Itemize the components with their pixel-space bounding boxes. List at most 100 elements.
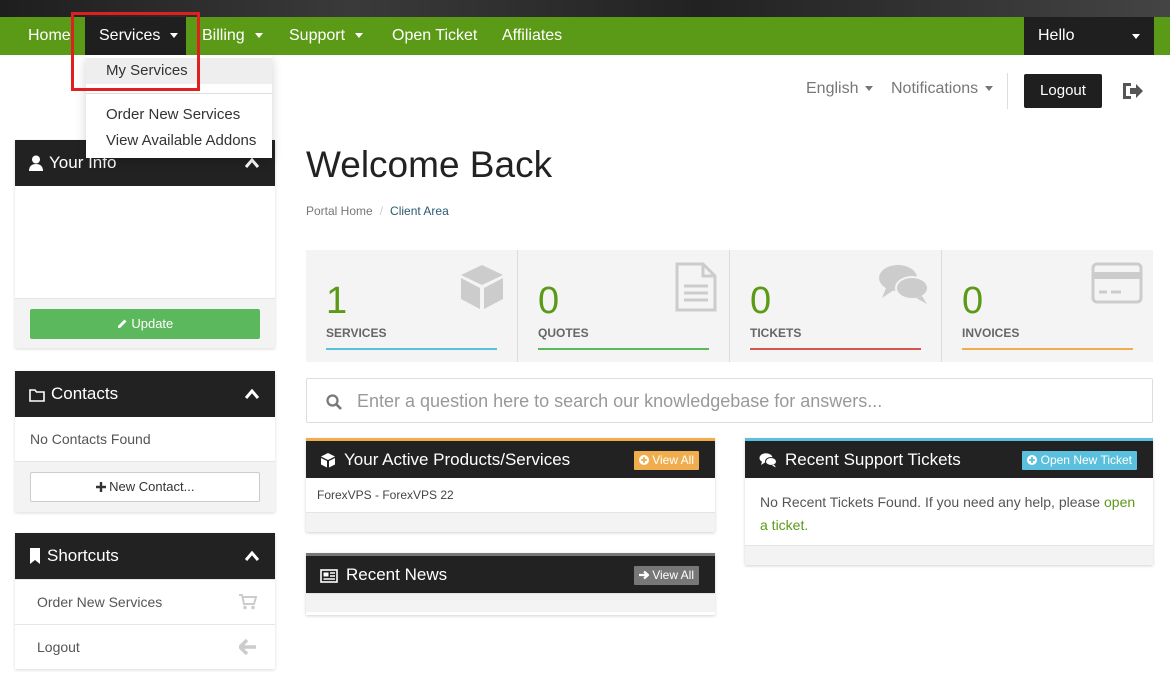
account-greeting: Hello [1038,27,1075,44]
no-tickets-text: No Recent Tickets Found. If you need any… [760,494,1101,510]
pencil-icon [117,319,127,328]
tile-quotes[interactable]: 0 QUOTES [517,250,728,362]
bookmark-icon [30,548,40,564]
nav-home[interactable]: Home [14,17,85,55]
chevron-up-icon[interactable] [245,389,259,399]
tile-invoices[interactable]: 0 INVOICES [941,250,1153,362]
nav-affiliates[interactable]: Affiliates [488,17,576,55]
breadcrumb-client-area: Client Area [390,204,449,218]
caret-down-icon [254,33,263,39]
top-banner-strip [0,0,1170,17]
view-all-news-button[interactable]: View All [633,566,699,585]
sign-out-icon[interactable] [1120,79,1144,103]
nav-open-ticket-label: Open Ticket [392,27,478,44]
language-label: English [806,80,859,97]
knowledgebase-search [306,378,1153,423]
account-menu[interactable]: Hello [1024,17,1154,55]
nav-billing-label: Billing [202,27,245,44]
quotes-bar [538,348,709,350]
language-selector[interactable]: English [806,80,874,98]
update-button[interactable]: Update [30,309,260,339]
tickets-label: TICKETS [750,326,802,340]
shortcuts-panel: Shortcuts Order New Services Logout [15,533,275,669]
logout-button[interactable]: Logout [1024,74,1102,108]
new-contact-label: New Contact... [109,479,195,494]
menu-view-addons[interactable]: View Available Addons [86,130,272,152]
breadcrumb-portal-home[interactable]: Portal Home [306,204,373,218]
comments-icon [759,453,777,468]
active-products-footer [306,512,715,532]
recent-tickets-header: Recent Support Tickets Open New Ticket [745,441,1153,478]
shortcut-order-new-services[interactable]: Order New Services [15,579,275,624]
shopping-cart-icon [239,594,257,610]
divider [1007,73,1008,109]
tickets-count: 0 [750,280,772,322]
shortcut-label: Order New Services [37,594,163,610]
arrow-right-icon [638,570,650,580]
recent-tickets-panel: Recent Support Tickets Open New Ticket N… [745,438,1153,565]
tile-tickets[interactable]: 0 TICKETS [729,250,940,362]
caret-down-icon [170,33,179,39]
tickets-bar [750,348,921,350]
your-info-body [15,186,275,298]
caret-down-icon [865,86,874,92]
quotes-count: 0 [538,280,560,322]
nav-services-label: Services [99,27,161,44]
contacts-footer: New Contact... [15,461,275,512]
breadcrumb: Portal Home / Client Area [306,204,449,218]
nav-open-ticket[interactable]: Open Ticket [378,17,491,55]
breadcrumb-separator: / [379,204,384,218]
search-icon[interactable] [326,394,342,410]
contacts-panel: Contacts No Contacts Found New Contact..… [15,371,275,512]
menu-divider [86,93,272,94]
newspaper-icon [320,569,338,583]
plus-circle-icon [1027,455,1038,465]
product-item[interactable]: ForexVPS - ForexVPS 22 [306,478,715,512]
invoices-label: INVOICES [962,326,1020,340]
plus-icon [95,482,106,492]
nav-services[interactable]: Services [85,17,186,55]
active-products-title: Your Active Products/Services [344,450,571,469]
recent-news-header: Recent News View All [306,556,715,593]
view-all-label: View All [652,453,694,467]
stats-tiles: 1 SERVICES 0 QUOTES 0 TICKETS 0 INVOICES [306,250,1153,362]
open-new-ticket-label: Open New Ticket [1040,453,1132,467]
tile-services[interactable]: 1 SERVICES [306,250,517,362]
chevron-up-icon[interactable] [245,158,259,168]
menu-order-new-services[interactable]: Order New Services [86,104,272,126]
quotes-label: QUOTES [538,326,589,340]
active-products-header: Your Active Products/Services View All [306,441,715,478]
open-new-ticket-button[interactable]: Open New Ticket [1022,451,1137,470]
shortcut-logout[interactable]: Logout [15,624,275,669]
view-all-products-button[interactable]: View All [633,451,699,470]
services-count: 1 [326,280,348,322]
caret-down-icon [985,86,994,92]
document-icon [675,262,717,312]
new-contact-button[interactable]: New Contact... [30,472,260,502]
comments-icon [879,265,929,304]
notifications-menu[interactable]: Notifications [891,80,994,98]
chevron-up-icon[interactable] [245,551,259,561]
recent-tickets-footer [745,545,1153,565]
folder-icon [29,389,45,402]
nav-affiliates-label: Affiliates [502,27,563,44]
nav-billing[interactable]: Billing [188,17,277,55]
invoices-bar [962,348,1133,350]
caret-down-icon [1132,34,1140,39]
nav-home-label: Home [28,27,71,44]
no-contacts-text: No Contacts Found [30,431,151,447]
knowledgebase-search-input[interactable] [357,387,1137,415]
shortcut-label: Logout [37,639,80,655]
plus-circle-icon [638,455,649,465]
notifications-label: Notifications [891,80,979,97]
invoices-count: 0 [962,280,984,322]
nav-support[interactable]: Support [275,17,377,55]
contacts-title: Contacts [51,384,119,403]
no-tickets-message: No Recent Tickets Found. If you need any… [745,478,1153,545]
active-products-panel: Your Active Products/Services View All F… [306,438,715,532]
shortcuts-title: Shortcuts [47,546,119,565]
view-all-label: View All [652,568,694,582]
shortcuts-header[interactable]: Shortcuts [15,533,275,579]
contacts-header[interactable]: Contacts [15,371,275,417]
menu-my-services[interactable]: My Services [86,58,272,84]
